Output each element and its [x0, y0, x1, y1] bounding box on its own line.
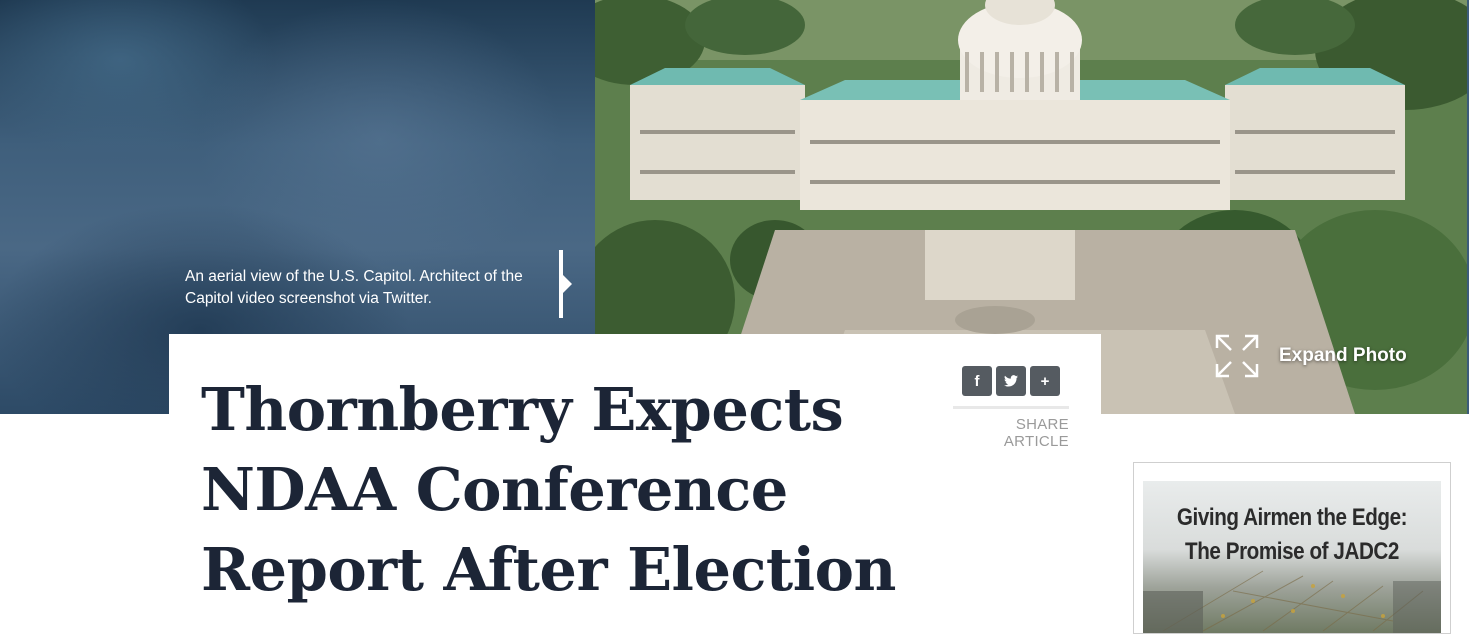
share-buttons: f t +	[962, 366, 1060, 396]
twitter-icon	[1004, 375, 1018, 387]
facebook-share-button[interactable]: f	[962, 366, 992, 396]
twitter-share-button[interactable]: t	[996, 366, 1026, 396]
share-divider	[953, 406, 1069, 409]
plus-icon: +	[1040, 372, 1050, 390]
ad-headline-line-1: Giving Airmen the Edge:	[1176, 504, 1408, 531]
article-headline: Thornberry Expects NDAA Conference Repor…	[201, 375, 896, 604]
photo-caption: An aerial view of the U.S. Capitol. Arch…	[185, 268, 523, 307]
article-header-card: Thornberry Expects NDAA Conference Repor…	[169, 334, 1101, 634]
more-share-button[interactable]: +	[1030, 366, 1060, 396]
facebook-icon: f	[974, 372, 980, 390]
sidebar-advertisement[interactable]: Giving Airmen the Edge: The Promise of J…	[1133, 462, 1451, 634]
ad-banner-image: Giving Airmen the Edge: The Promise of J…	[1143, 481, 1441, 633]
expand-icon	[1215, 334, 1259, 378]
expand-photo-button[interactable]: Expand Photo	[1215, 334, 1407, 378]
caption-arrow-icon	[563, 275, 572, 293]
ad-headline-line-2: The Promise of JADC2	[1185, 538, 1399, 565]
expand-photo-label: Expand Photo	[1279, 345, 1407, 366]
share-article-label: SHARE ARTICLE	[1003, 416, 1069, 450]
